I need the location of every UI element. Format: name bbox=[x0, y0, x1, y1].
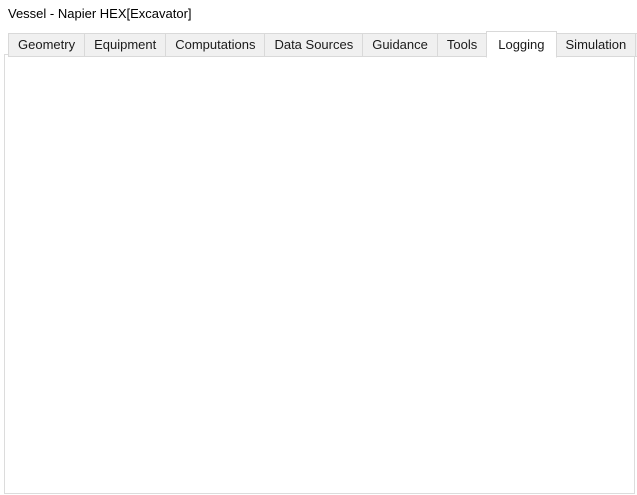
tab-simulation[interactable]: Simulation bbox=[555, 33, 637, 57]
tab-panel bbox=[4, 54, 635, 494]
tab-equipment[interactable]: Equipment bbox=[84, 33, 167, 57]
vessel-settings-window: Vessel - Napier HEX[Excavator] Geometry … bbox=[0, 0, 637, 495]
tab-computations[interactable]: Computations bbox=[165, 33, 266, 57]
tab-logging[interactable]: Logging bbox=[486, 31, 557, 58]
window-title: Vessel - Napier HEX[Excavator] bbox=[8, 6, 192, 21]
tab-data-sources[interactable]: Data Sources bbox=[264, 33, 364, 57]
tab-guidance[interactable]: Guidance bbox=[362, 33, 438, 57]
tab-bar: Geometry Equipment Computations Data Sou… bbox=[8, 31, 637, 58]
tab-tools[interactable]: Tools bbox=[436, 33, 488, 57]
tab-geometry[interactable]: Geometry bbox=[8, 33, 86, 57]
